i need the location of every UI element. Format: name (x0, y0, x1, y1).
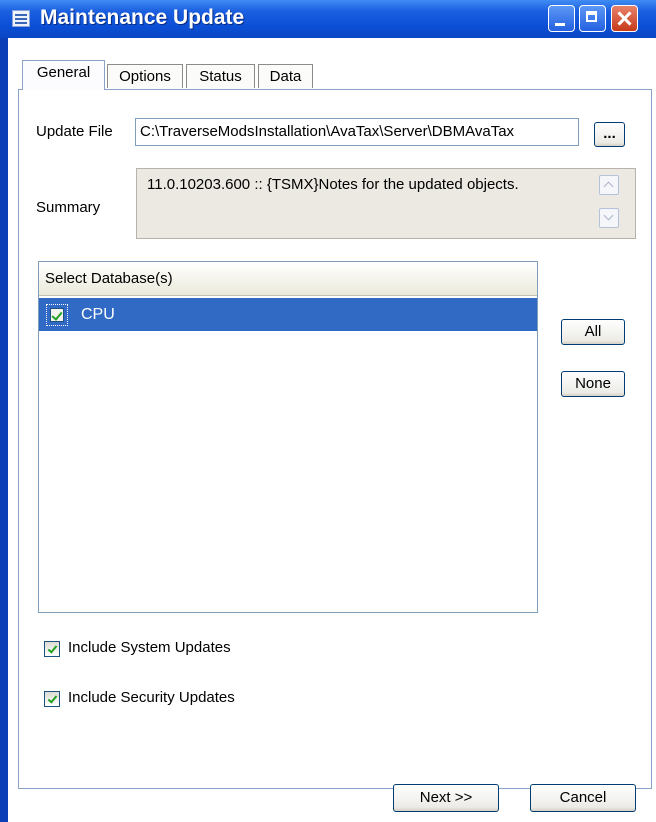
none-button[interactable]: None (561, 371, 625, 397)
include-security-updates-label: Include Security Updates (68, 689, 235, 706)
dialog-client-area: General Options Status Data Update File … (8, 38, 656, 822)
database-list[interactable]: Select Database(s) CPU (38, 261, 538, 613)
browse-button[interactable]: ... (594, 122, 625, 147)
tab-status[interactable]: Status (186, 64, 255, 88)
scroll-down-icon[interactable] (599, 208, 619, 228)
summary-label: Summary (36, 199, 101, 216)
include-system-updates-checkbox[interactable] (44, 641, 60, 657)
scroll-up-icon[interactable] (599, 175, 619, 195)
summary-text: 11.0.10203.600 :: {TSMX}Notes for the up… (147, 176, 519, 193)
window-app-icon (12, 10, 30, 27)
tab-options[interactable]: Options (107, 64, 183, 88)
summary-textbox[interactable]: 11.0.10203.600 :: {TSMX}Notes for the up… (136, 168, 636, 239)
minimize-button[interactable] (548, 5, 575, 32)
all-button[interactable]: All (561, 319, 625, 345)
database-list-header[interactable]: Select Database(s) (39, 262, 537, 296)
database-label: CPU (81, 306, 115, 323)
database-checkbox[interactable] (46, 304, 68, 326)
title-bar[interactable]: Maintenance Update (0, 0, 656, 38)
maximize-button[interactable] (579, 5, 606, 32)
window-title: Maintenance Update (40, 6, 245, 29)
tab-general[interactable]: General (22, 60, 105, 90)
next-button[interactable]: Next >> (393, 784, 499, 812)
update-file-input[interactable]: C:\TraverseModsInstallation\AvaTax\Serve… (135, 118, 579, 146)
update-file-label: Update File (36, 123, 113, 140)
database-row-cpu[interactable]: CPU (39, 298, 537, 331)
tab-data[interactable]: Data (258, 64, 313, 88)
include-security-updates-checkbox[interactable] (44, 691, 60, 707)
maintenance-update-window: Maintenance Update General Options Statu… (0, 0, 656, 822)
cancel-button[interactable]: Cancel (530, 784, 636, 812)
include-system-updates-label: Include System Updates (68, 639, 231, 656)
close-button[interactable] (611, 5, 638, 32)
